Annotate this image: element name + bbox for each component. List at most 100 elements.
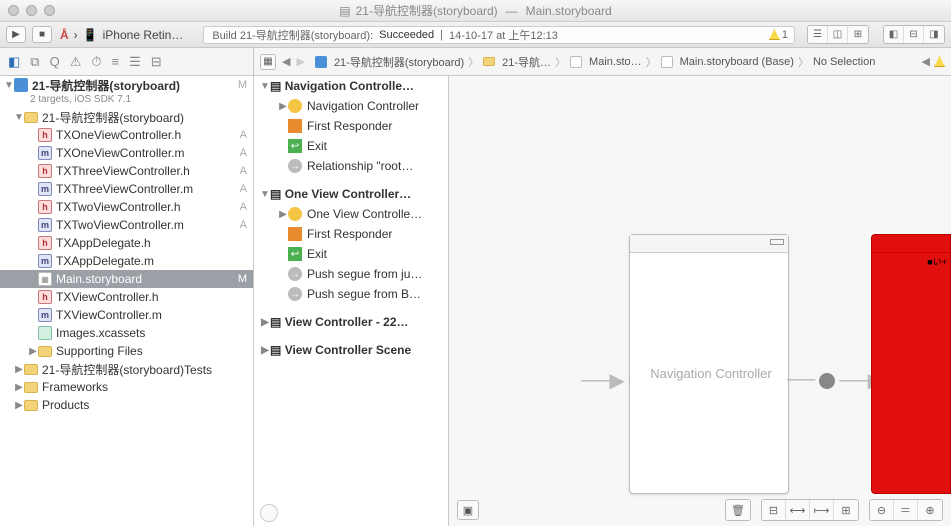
file-row[interactable]: mTXOneViewController.mA xyxy=(0,144,253,162)
file-row[interactable]: hTXOneViewController.hA xyxy=(0,126,253,144)
outline-item[interactable]: ▶Navigation Controller xyxy=(254,96,448,116)
disclosure-icon[interactable]: ▶ xyxy=(28,346,38,357)
scheme-icon: Å xyxy=(60,28,69,42)
folder-label: Supporting Files xyxy=(56,344,143,358)
close-icon[interactable] xyxy=(8,5,19,16)
navigator-tabs: ◧ ⧉ Q ⚠︎ ⏱ ≡ ☰ ⊟ xyxy=(0,48,254,75)
folder-row[interactable]: ▶ Supporting Files xyxy=(0,342,253,360)
folder-row[interactable]: ▶ Frameworks xyxy=(0,378,253,396)
file-row[interactable]: hTXTwoViewController.hA xyxy=(0,198,253,216)
header-icon: h xyxy=(38,290,52,304)
project-icon xyxy=(14,78,28,92)
toggle-outline-button[interactable]: ▣ xyxy=(457,500,479,520)
test-nav-tab[interactable]: ⏱ xyxy=(91,54,101,70)
outline-item[interactable]: →Relationship "root… xyxy=(254,156,448,176)
crumb-project[interactable]: 21-导航控制器(storyboard) xyxy=(311,54,468,70)
related-items-button[interactable]: ▦ xyxy=(260,54,276,70)
scm-badge: A xyxy=(236,129,247,141)
warning-badge[interactable]: 1 xyxy=(769,29,788,41)
outline-item[interactable]: ↩Exit xyxy=(254,136,448,156)
forward-button[interactable]: ▶ xyxy=(296,55,304,68)
exit-icon: ↩ xyxy=(288,247,302,261)
file-row[interactable]: mTXThreeViewController.mA xyxy=(0,180,253,198)
activity-viewer[interactable]: Build 21-导航控制器(storyboard): Succeeded | … xyxy=(203,26,795,44)
doc-options-seg[interactable]: 🗑 xyxy=(725,499,751,521)
issue-nav-tab[interactable]: ⚠︎ xyxy=(70,54,82,70)
chevron-right-icon: › xyxy=(74,28,78,42)
folder-row[interactable]: ▶ Products xyxy=(0,396,253,414)
outline-filter-button[interactable] xyxy=(260,504,278,522)
view-controller-scene[interactable]: ■い+ xyxy=(871,234,951,494)
disclosure-icon[interactable]: ▼ xyxy=(14,112,24,123)
assets-icon xyxy=(38,326,52,340)
report-nav-tab[interactable]: ⊟ xyxy=(151,54,162,70)
file-row[interactable]: hTXThreeViewController.hA xyxy=(0,162,253,180)
document-outline: ▼▤ Navigation Controlle… ▶Navigation Con… xyxy=(254,76,449,526)
find-nav-tab[interactable]: Q xyxy=(50,54,60,69)
stop-button[interactable]: ■ xyxy=(32,26,52,43)
zoom-icon[interactable] xyxy=(44,5,55,16)
impl-icon: m xyxy=(38,254,52,268)
editor-mode-seg[interactable]: ☰◫⊞ xyxy=(807,25,869,44)
scene-header[interactable]: ▼▤ Navigation Controlle… xyxy=(254,76,448,96)
file-label: TXViewController.h xyxy=(56,290,159,304)
folder-icon xyxy=(24,112,38,123)
crumb-file[interactable]: Main.sto… xyxy=(566,56,646,68)
disclosure-icon[interactable]: ▶ xyxy=(14,400,24,411)
project-navigator: ▼ 21-导航控制器(storyboard) M 2 targets, iOS … xyxy=(0,76,254,526)
align-seg[interactable]: ⊟⟷⟼⊞ xyxy=(761,499,859,521)
crumb-group[interactable]: 21-导航… xyxy=(479,54,555,70)
build-sep: | xyxy=(440,29,443,41)
run-button[interactable]: ▶ xyxy=(6,26,26,43)
file-row[interactable]: hTXAppDelegate.h xyxy=(0,234,253,252)
file-row[interactable]: mTXAppDelegate.m xyxy=(0,252,253,270)
file-row[interactable]: h TXViewController.h xyxy=(0,288,253,306)
warning-icon[interactable] xyxy=(934,56,945,67)
impl-icon: m xyxy=(38,182,52,196)
symbol-nav-tab[interactable]: ⧉ xyxy=(30,54,39,70)
title-project: 21-导航控制器(storyboard) xyxy=(356,2,498,19)
file-row[interactable]: mTXViewController.m xyxy=(0,306,253,324)
project-nav-tab[interactable]: ◧ xyxy=(8,54,20,70)
warning-count: 1 xyxy=(782,29,788,41)
folder-row[interactable]: ▶ 21-导航控制器(storyboard)Tests xyxy=(0,360,253,378)
scm-badge: A xyxy=(236,183,247,195)
nav-controller-scene[interactable] xyxy=(629,234,789,494)
outline-item[interactable]: ▶One View Controlle… xyxy=(254,204,448,224)
file-row[interactable]: mTXTwoViewController.mA xyxy=(0,216,253,234)
jb-back-icon[interactable]: ◀ xyxy=(922,55,930,68)
ib-canvas[interactable]: ──▶ Navigation Controller ────▶ ■い+ ▣ 🗑 … xyxy=(449,76,951,526)
scene-header[interactable]: ▶▤ View Controller - 22… xyxy=(254,312,448,332)
file-label: TXOneViewController.h xyxy=(56,128,181,142)
folder-label: Products xyxy=(42,398,89,412)
scm-badge: M xyxy=(234,273,247,285)
disclosure-icon[interactable]: ▶ xyxy=(14,382,24,393)
outline-item[interactable]: First Responder xyxy=(254,116,448,136)
disclosure-icon[interactable]: ▼ xyxy=(4,80,14,91)
outline-item[interactable]: →Push segue from B… xyxy=(254,284,448,304)
back-button[interactable]: ◀ xyxy=(282,55,290,68)
breakpoint-nav-tab[interactable]: ☰ xyxy=(129,54,141,70)
file-label: TXViewController.m xyxy=(56,308,162,322)
nav-controller-label: Navigation Controller xyxy=(631,366,791,381)
scene-header[interactable]: ▶▤ View Controller Scene xyxy=(254,340,448,360)
outline-item[interactable]: →Push segue from ju… xyxy=(254,264,448,284)
folder-icon xyxy=(38,346,52,357)
scheme-selector[interactable]: Å › 📱 iPhone Retin… xyxy=(60,28,183,42)
minimize-icon[interactable] xyxy=(26,5,37,16)
segue-arrow[interactable]: ────▶ xyxy=(787,368,883,393)
debug-nav-tab[interactable]: ≡ xyxy=(112,54,120,69)
scene-header[interactable]: ▼▤ One View Controller… xyxy=(254,184,448,204)
panel-toggle-seg[interactable]: ◧⊟◨ xyxy=(883,25,945,44)
file-row[interactable]: ▦Main.storyboardM xyxy=(0,270,253,288)
crumb-selection[interactable]: No Selection xyxy=(809,56,879,68)
file-row[interactable]: Images.xcassets xyxy=(0,324,253,342)
group-label: 21-导航控制器(storyboard) xyxy=(42,109,184,126)
zoom-seg[interactable]: ⊖＝⊕ xyxy=(869,499,943,521)
group-row[interactable]: ▼ 21-导航控制器(storyboard) xyxy=(0,108,253,126)
outline-item[interactable]: First Responder xyxy=(254,224,448,244)
disclosure-icon[interactable]: ▶ xyxy=(14,364,24,375)
crumb-base[interactable]: Main.storyboard (Base) xyxy=(657,56,798,68)
project-root[interactable]: ▼ 21-导航控制器(storyboard) M xyxy=(0,76,253,94)
outline-item[interactable]: ↩Exit xyxy=(254,244,448,264)
